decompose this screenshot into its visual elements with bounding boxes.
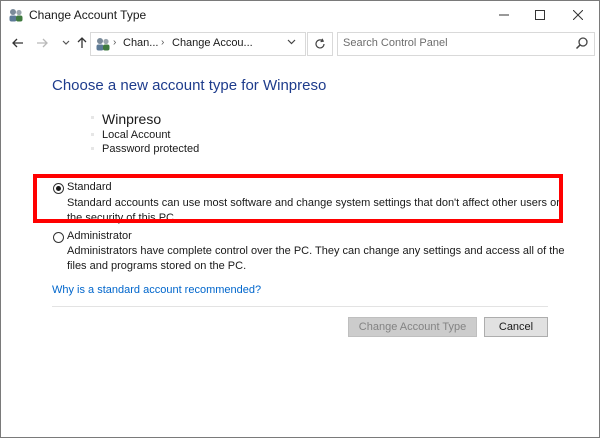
account-name: Winpreso bbox=[102, 111, 162, 127]
administrator-label[interactable]: Administrator bbox=[67, 230, 132, 242]
back-button[interactable] bbox=[9, 33, 27, 53]
refresh-icon bbox=[315, 38, 325, 49]
detail-bullet bbox=[91, 133, 94, 136]
detail-bullet bbox=[91, 147, 94, 150]
control-panel-icon bbox=[96, 38, 110, 51]
maximize-button[interactable] bbox=[521, 1, 559, 29]
breadcrumb-separator-icon: › bbox=[113, 37, 117, 48]
breadcrumb-item[interactable]: Change Accou... bbox=[172, 37, 253, 49]
standard-account-help-link[interactable]: Why is a standard account recommended? bbox=[52, 284, 261, 296]
window-title: Change Account Type bbox=[29, 8, 147, 22]
title-bar: Change Account Type bbox=[1, 1, 599, 29]
breadcrumb-item[interactable]: Chan... bbox=[123, 37, 158, 49]
password-status-label: Password protected bbox=[102, 143, 200, 155]
administrator-radio[interactable] bbox=[53, 232, 64, 243]
change-account-type-button[interactable]: Change Account Type bbox=[348, 317, 477, 337]
arrow-up-icon bbox=[77, 37, 87, 48]
maximize-icon bbox=[535, 10, 545, 20]
address-dropdown-button[interactable] bbox=[287, 37, 296, 48]
address-bar[interactable]: › Chan... › Change Accou... bbox=[90, 32, 306, 56]
search-input[interactable] bbox=[343, 35, 563, 51]
change-account-type-window: Change Account Type › Chan... › Change A… bbox=[0, 0, 600, 438]
standard-option-highlight bbox=[33, 174, 563, 223]
chevron-down-icon bbox=[287, 39, 296, 45]
minimize-button[interactable] bbox=[485, 1, 523, 29]
navigation-bar: › Chan... › Change Accou... bbox=[1, 29, 599, 57]
page-title: Choose a new account type for Winpreso bbox=[52, 77, 327, 94]
refresh-button[interactable] bbox=[307, 32, 333, 56]
user-avatar-placeholder bbox=[91, 116, 94, 119]
administrator-description: Administrators have complete control ove… bbox=[67, 245, 565, 272]
chevron-down-icon bbox=[62, 40, 70, 45]
breadcrumb-separator-icon: › bbox=[161, 37, 165, 48]
minimize-icon bbox=[499, 14, 509, 16]
search-box[interactable] bbox=[337, 32, 595, 56]
search-icon[interactable] bbox=[575, 36, 589, 50]
divider bbox=[52, 306, 548, 307]
up-button[interactable] bbox=[73, 33, 91, 53]
arrow-right-icon bbox=[37, 38, 48, 48]
arrow-left-icon bbox=[12, 38, 23, 48]
close-button[interactable] bbox=[559, 1, 597, 29]
cancel-button[interactable]: Cancel bbox=[484, 317, 548, 337]
forward-button[interactable] bbox=[33, 33, 51, 53]
users-control-panel-icon bbox=[9, 9, 23, 22]
close-icon bbox=[573, 10, 583, 20]
account-type-label: Local Account bbox=[102, 129, 171, 141]
